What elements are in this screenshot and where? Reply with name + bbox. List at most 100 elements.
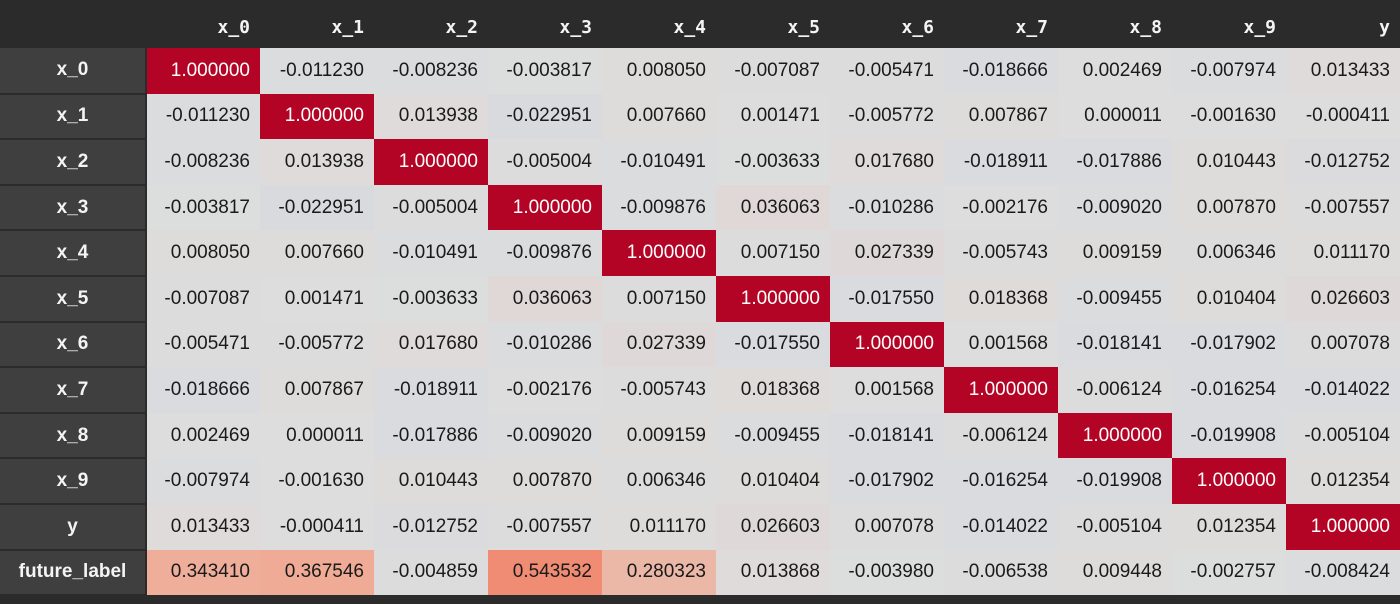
heatmap-cell: -0.019908 — [1172, 412, 1286, 459]
heatmap-cell: -0.010491 — [602, 139, 716, 185]
heatmap-cell: 0.000011 — [260, 412, 374, 459]
heatmap-cell: 0.013938 — [374, 93, 488, 140]
heatmap-cell: -0.022951 — [260, 184, 374, 231]
heatmap-cell: -0.005471 — [146, 321, 260, 368]
heatmap-cell: -0.014022 — [944, 503, 1058, 550]
heatmap-cell: -0.016254 — [944, 458, 1058, 504]
row-label-x-4: x_4 — [0, 230, 147, 277]
column-label-x-2: x_2 — [374, 0, 488, 48]
heatmap-cell: -0.022951 — [488, 93, 602, 140]
heatmap-body: x_0 1.000000 -0.011230 -0.008236 -0.003817 0.… — [0, 48, 1400, 597]
table-row: x_9 -0.007974 -0.001630 0.010443 0.007870 0.0… — [0, 458, 1400, 505]
heatmap-cell: 0.007078 — [1286, 321, 1400, 368]
heatmap-cell: -0.001630 — [260, 458, 374, 504]
heatmap-cell: -0.007974 — [146, 458, 260, 504]
heatmap-cell: 1.000000 — [260, 93, 374, 140]
column-label-x-9: x_9 — [1172, 0, 1286, 48]
heatmap-cell: 0.007078 — [830, 503, 944, 550]
heatmap-cell: 0.013938 — [260, 139, 374, 185]
heatmap-cell: -0.005104 — [1286, 412, 1400, 459]
heatmap-cell: -0.014022 — [1286, 367, 1400, 413]
heatmap-cell: -0.018666 — [944, 48, 1058, 94]
heatmap-cell: 0.001568 — [944, 321, 1058, 368]
table-row: y 0.013433 -0.000411 -0.012752 -0.007557 0.01… — [0, 503, 1400, 551]
heatmap-cell: 0.013433 — [146, 503, 260, 550]
row-label-x-2: x_2 — [0, 139, 147, 186]
heatmap-cell: 0.343410 — [146, 549, 260, 596]
column-label-x-5: x_5 — [716, 0, 830, 48]
heatmap-cell: 0.018368 — [944, 275, 1058, 322]
heatmap-cell: -0.019908 — [1058, 458, 1172, 504]
column-label-x-0: x_0 — [146, 0, 260, 48]
heatmap-cell: 0.012354 — [1172, 503, 1286, 550]
heatmap-cell: 0.006346 — [602, 458, 716, 504]
table-row: x_6 -0.005471 -0.005772 0.017680 -0.010286 0.… — [0, 321, 1400, 369]
heatmap-cell: 0.001471 — [260, 275, 374, 322]
heatmap-cell: -0.011230 — [260, 48, 374, 94]
heatmap-cell: 0.010404 — [716, 458, 830, 504]
heatmap-cell: -0.017902 — [830, 458, 944, 504]
table-row: x_1 -0.011230 1.000000 0.013938 -0.022951 0.0… — [0, 93, 1400, 141]
heatmap-cell: -0.005004 — [374, 184, 488, 231]
heatmap-cell: -0.012752 — [1286, 139, 1400, 185]
heatmap-cell: 0.018368 — [716, 367, 830, 413]
row-label-x-3: x_3 — [0, 184, 147, 232]
column-label-x-1: x_1 — [260, 0, 374, 48]
heatmap-cell: 0.017680 — [374, 321, 488, 368]
heatmap-cell: -0.009876 — [488, 230, 602, 276]
heatmap-cell: -0.009455 — [1058, 275, 1172, 322]
heatmap-cell: 0.009448 — [1058, 549, 1172, 596]
row-label-x-0: x_0 — [0, 48, 147, 95]
heatmap-cell: -0.005743 — [602, 367, 716, 413]
heatmap-cell: 0.543532 — [488, 549, 602, 596]
heatmap-cell: 0.280323 — [602, 549, 716, 596]
heatmap-cell: 0.027339 — [602, 321, 716, 368]
heatmap-cell: 0.036063 — [488, 275, 602, 322]
row-label-x-8: x_8 — [0, 412, 147, 460]
heatmap-cell: -0.003633 — [374, 275, 488, 322]
heatmap-cell: 1.000000 — [944, 367, 1058, 413]
heatmap-cell: 1.000000 — [716, 275, 830, 322]
heatmap-cell: 0.002469 — [146, 412, 260, 459]
heatmap-cell: -0.018141 — [830, 412, 944, 459]
heatmap-cell: -0.002176 — [944, 184, 1058, 231]
heatmap-cell: -0.005004 — [488, 139, 602, 185]
heatmap-cell: -0.010491 — [374, 230, 488, 276]
heatmap-cell: 0.001568 — [830, 367, 944, 413]
heatmap-cell: 0.008050 — [146, 230, 260, 276]
heatmap-cell: 0.007867 — [944, 93, 1058, 140]
heatmap-cell: -0.006124 — [1058, 367, 1172, 413]
heatmap-cell: 1.000000 — [1058, 412, 1172, 459]
heatmap-cell: -0.017550 — [830, 275, 944, 322]
heatmap-cell: 0.007660 — [602, 93, 716, 140]
heatmap-cell: -0.017902 — [1172, 321, 1286, 368]
heatmap-cell: 0.026603 — [1286, 275, 1400, 322]
heatmap-cell: 0.001471 — [716, 93, 830, 140]
heatmap-cell: 0.367546 — [260, 549, 374, 596]
heatmap-cell: 1.000000 — [830, 321, 944, 368]
heatmap-cell: 1.000000 — [488, 184, 602, 231]
heatmap-cell: 0.008050 — [602, 48, 716, 94]
column-label-x-8: x_8 — [1058, 0, 1172, 48]
heatmap-cell: 0.017680 — [830, 139, 944, 185]
heatmap-cell: -0.003633 — [716, 139, 830, 185]
heatmap-cell: 0.000011 — [1058, 93, 1172, 140]
column-label-x-6: x_6 — [830, 0, 944, 48]
heatmap-cell: 0.007660 — [260, 230, 374, 276]
heatmap-cell: -0.007557 — [488, 503, 602, 550]
column-label-x-3: x_3 — [488, 0, 602, 48]
heatmap-cell: -0.003980 — [830, 549, 944, 596]
table-row: x_7 -0.018666 0.007867 -0.018911 -0.002176 -0… — [0, 367, 1400, 414]
heatmap-cell: -0.000411 — [1286, 93, 1400, 140]
heatmap-cell: -0.002757 — [1172, 549, 1286, 596]
row-label-x-6: x_6 — [0, 321, 147, 369]
heatmap-cell: -0.011230 — [146, 93, 260, 140]
heatmap-cell: -0.004859 — [374, 549, 488, 596]
heatmap-cell: -0.005471 — [830, 48, 944, 94]
table-row: x_0 1.000000 -0.011230 -0.008236 -0.003817 0.… — [0, 48, 1400, 95]
row-label-x-1: x_1 — [0, 93, 147, 141]
heatmap-cell: -0.007087 — [146, 275, 260, 322]
heatmap-cell: 0.036063 — [716, 184, 830, 231]
heatmap-cell: -0.000411 — [260, 503, 374, 550]
heatmap-cell: -0.018141 — [1058, 321, 1172, 368]
